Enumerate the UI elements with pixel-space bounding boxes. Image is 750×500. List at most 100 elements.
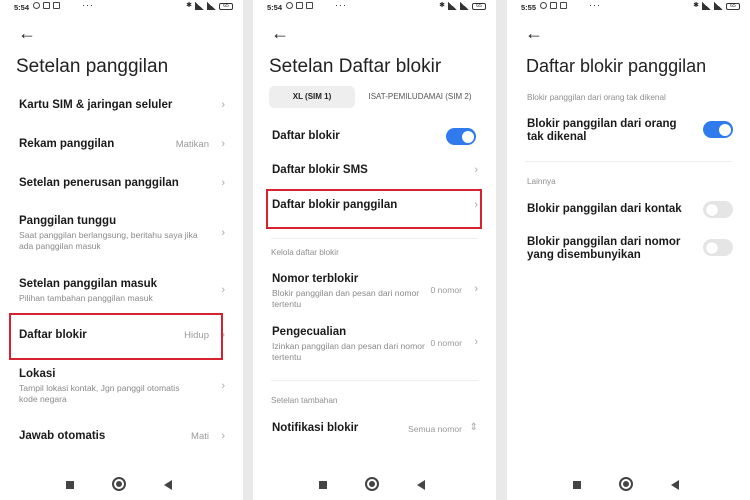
menu-item-label: Daftar blokir SMS	[272, 164, 368, 176]
menu-item-description: Tampil lokasi kontak, Jgn panggil otomat…	[19, 383, 180, 404]
system-icons: ✱ 65	[693, 2, 740, 10]
tab-sim2[interactable]: ISAT-PEMILUDAMAI (SIM 2)	[361, 86, 479, 108]
home-circle-icon[interactable]	[112, 477, 126, 491]
phone-screen-call-settings: 5:54 ··· ✱ 65 ← Setelan panggilan Kartu …	[0, 0, 243, 500]
navigation-bar	[253, 470, 496, 500]
chevron-right-icon: ›	[474, 164, 478, 176]
menu-item-label: Blokir panggilan dari kontak	[527, 203, 682, 215]
chevron-right-icon: ›	[474, 336, 478, 348]
menu-item-call-recording[interactable]: Rekam panggilan Matikan ›	[19, 138, 225, 150]
section-divider	[525, 161, 732, 162]
toggle-knob	[705, 241, 718, 254]
chevron-right-icon: ›	[474, 283, 478, 295]
more-notifications-icon: ···	[335, 0, 347, 10]
menu-item-label: Setelan penerusan panggilan	[19, 177, 179, 189]
menu-item-value: 0 nomor	[430, 338, 462, 348]
chevron-updown-icon: ⇕	[469, 422, 478, 433]
app-icon	[53, 2, 60, 9]
block-hidden-toggle-switch[interactable]	[703, 239, 733, 256]
app-icon	[560, 2, 567, 9]
battery-icon: 65	[219, 2, 233, 10]
menu-item-label: Blokir panggilan dari orang tak dikenal	[527, 118, 677, 143]
system-icons: ✱ 65	[186, 2, 233, 10]
menu-item-block-hidden-numbers[interactable]: Blokir panggilan dari nomor yang disembu…	[527, 236, 690, 262]
page-title: Daftar blokir panggilan	[526, 56, 707, 76]
menu-item-block-contacts[interactable]: Blokir panggilan dari kontak	[527, 203, 690, 215]
section-divider	[271, 238, 478, 239]
toggle-knob	[705, 203, 718, 216]
battery-icon: 65	[472, 2, 486, 10]
menu-item-sim-network[interactable]: Kartu SIM & jaringan seluler ›	[19, 99, 225, 111]
tab-sim1[interactable]: XL (SIM 1)	[269, 86, 355, 108]
menu-item-value: Matikan	[175, 139, 209, 150]
app-icon	[306, 2, 313, 9]
menu-item-call-forwarding[interactable]: Setelan penerusan panggilan ›	[19, 177, 225, 189]
back-arrow-icon[interactable]: ←	[525, 24, 543, 42]
menu-item-auto-answer[interactable]: Jawab otomatis Mati ›	[19, 430, 225, 442]
menu-item-block-notification[interactable]: Notifikasi blokir Semua nomor ⇕	[272, 422, 478, 434]
navigation-bar	[0, 470, 243, 500]
menu-item-description: Pilihan tambahan panggilan masuk	[19, 293, 153, 303]
toggle-knob	[461, 130, 474, 143]
notification-icons	[33, 2, 60, 9]
status-bar: 5:55 ··· ✱ 65	[507, 0, 750, 14]
menu-item-label: Lokasi	[19, 368, 56, 380]
menu-item-description: Blokir panggilan dan pesan dari nomor te…	[272, 288, 420, 309]
chevron-right-icon: ›	[221, 99, 225, 111]
highlight-box	[9, 313, 223, 360]
signal-icon	[207, 2, 216, 10]
menu-item-label: Setelan panggilan masuk	[19, 278, 158, 290]
alarm-icon	[286, 2, 293, 9]
recent-apps-square-icon[interactable]	[319, 481, 327, 489]
notification-icons	[540, 2, 567, 9]
phone-screen-call-block-list: 5:55 ··· ✱ 65 ← Daftar blokir panggilan …	[507, 0, 750, 500]
section-header-others: Lainnya	[527, 177, 556, 186]
menu-item-description: Izinkan panggilan dan pesan dari nomor t…	[272, 341, 425, 362]
back-triangle-icon[interactable]	[164, 480, 172, 490]
menu-item-value: 0 nomor	[430, 285, 462, 295]
chevron-right-icon: ›	[221, 430, 225, 442]
section-header-unknown: Blokir panggilan dari orang tak dikenal	[527, 93, 666, 102]
highlight-box	[266, 189, 482, 229]
status-bar: 5:54 ··· ✱ 65	[253, 0, 496, 14]
home-circle-icon[interactable]	[619, 477, 633, 491]
back-arrow-icon[interactable]: ←	[18, 24, 36, 42]
menu-item-incoming-call-settings[interactable]: Setelan panggilan masuk Pilihan tambahan…	[19, 278, 225, 304]
more-notifications-icon: ···	[589, 0, 601, 10]
status-time: 5:54	[14, 3, 30, 12]
navigation-bar	[507, 470, 750, 500]
page-title: Setelan Daftar blokir	[269, 56, 442, 77]
block-contacts-toggle-switch[interactable]	[703, 201, 733, 218]
block-unknown-toggle-switch[interactable]	[703, 121, 733, 138]
menu-item-call-waiting[interactable]: Panggilan tunggu Saat panggilan berlangs…	[19, 215, 225, 252]
back-arrow-icon[interactable]: ←	[271, 24, 289, 42]
status-bar: 5:54 ··· ✱ 65	[0, 0, 243, 14]
menu-item-sms-block-list[interactable]: Daftar blokir SMS ›	[272, 164, 478, 176]
alarm-icon	[33, 2, 40, 9]
recent-apps-square-icon[interactable]	[573, 481, 581, 489]
menu-item-label: Kartu SIM & jaringan seluler	[19, 99, 173, 111]
menu-item-blocked-numbers[interactable]: Nomor terblokir Blokir panggilan dan pes…	[272, 273, 478, 310]
home-circle-icon[interactable]	[365, 477, 379, 491]
menu-item-label: Pengecualian	[272, 326, 347, 338]
menu-item-description: Saat panggilan berlangsung, beritahu say…	[19, 230, 198, 251]
chevron-right-icon: ›	[221, 138, 225, 150]
status-time: 5:54	[267, 3, 283, 12]
system-icons: ✱ 65	[439, 2, 486, 10]
notification-icons	[286, 2, 313, 9]
recent-apps-square-icon[interactable]	[66, 481, 74, 489]
signal-icon	[195, 2, 204, 10]
back-triangle-icon[interactable]	[417, 480, 425, 490]
section-header-manage: Kelola daftar blokir	[271, 248, 339, 257]
block-list-toggle-switch[interactable]	[446, 128, 476, 145]
phone-screen-block-list-settings: 5:54 ··· ✱ 65 ← Setelan Daftar blokir XL…	[253, 0, 496, 500]
page-title: Setelan panggilan	[16, 56, 169, 77]
toggle-knob	[718, 123, 731, 136]
menu-item-location[interactable]: Lokasi Tampil lokasi kontak, Jgn panggil…	[19, 368, 225, 405]
menu-item-exceptions[interactable]: Pengecualian Izinkan panggilan dan pesan…	[272, 326, 478, 363]
menu-item-label: Nomor terblokir	[272, 273, 359, 285]
chevron-right-icon: ›	[221, 380, 225, 392]
menu-item-block-unknown[interactable]: Blokir panggilan dari orang tak dikenal	[527, 118, 690, 144]
back-triangle-icon[interactable]	[671, 480, 679, 490]
menu-item-value: Mati	[191, 431, 209, 442]
